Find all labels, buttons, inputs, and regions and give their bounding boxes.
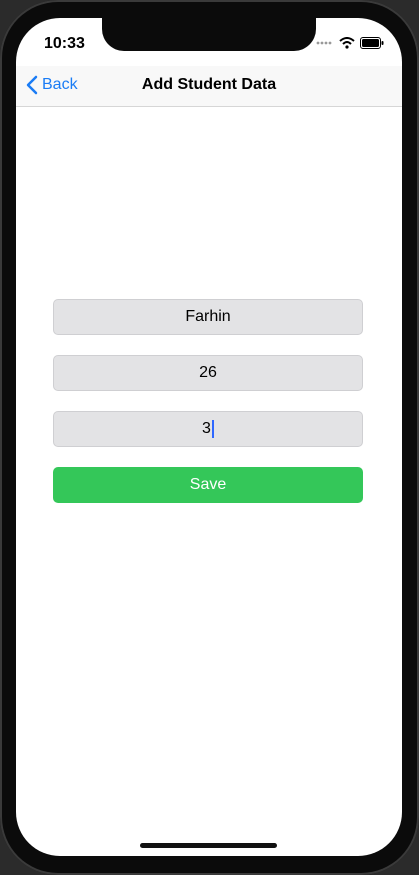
signal-icon (316, 41, 332, 45)
age-field[interactable]: 26 (53, 355, 363, 391)
screen: 10:33 Back Add Student Data Farhin 26 3 … (16, 18, 402, 856)
wifi-icon (339, 37, 355, 49)
name-value: Farhin (185, 308, 231, 325)
battery-icon (360, 37, 384, 49)
notch (102, 18, 316, 51)
save-button[interactable]: Save (53, 467, 363, 503)
status-icons (316, 37, 384, 49)
status-time: 10:33 (44, 35, 85, 52)
name-field[interactable]: Farhin (53, 299, 363, 335)
navigation-bar: Back Add Student Data (16, 66, 402, 107)
home-indicator (140, 843, 277, 848)
phone-frame: 10:33 Back Add Student Data Farhin 26 3 … (0, 0, 419, 875)
age-value: 26 (199, 364, 217, 381)
nav-title: Add Student Data (141, 76, 277, 93)
text-cursor (211, 419, 214, 438)
grade-value: 3 (202, 420, 211, 437)
grade-field[interactable]: 3 (53, 411, 363, 447)
